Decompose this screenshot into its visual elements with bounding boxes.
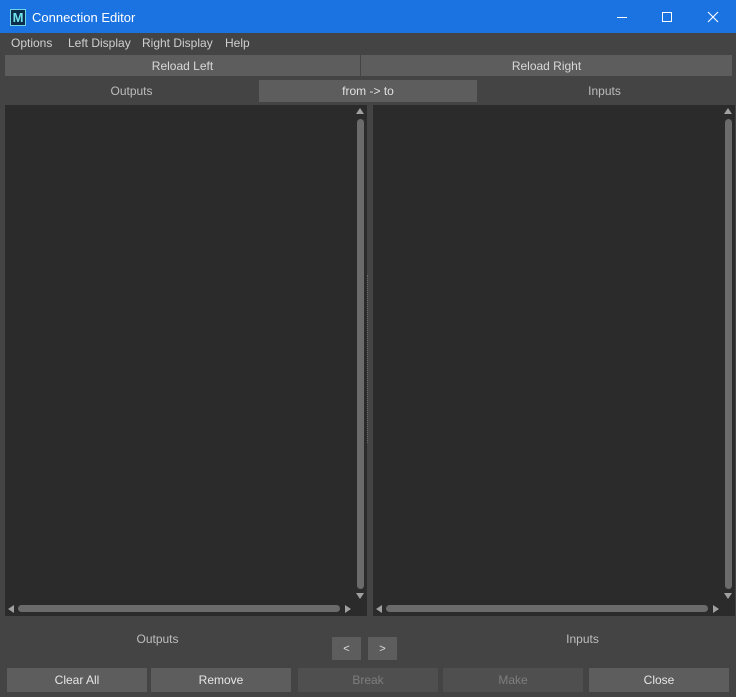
scroll-right-arrow-icon[interactable] [713,605,719,613]
maximize-button[interactable] [644,1,690,33]
menu-help[interactable]: Help [225,36,250,50]
inputs-header: Inputs [588,84,621,98]
maximize-icon [662,12,672,22]
scroll-right-arrow-icon[interactable] [345,605,351,613]
reload-left-button[interactable]: Reload Left [5,55,360,76]
scroll-down-arrow-icon[interactable] [724,593,732,599]
previous-button[interactable]: < [332,637,361,660]
title-bar: M Connection Editor [0,0,736,33]
scroll-thumb[interactable] [386,605,708,612]
direction-toggle-button[interactable]: from -> to [259,80,477,102]
next-button[interactable]: > [368,637,397,660]
inputs-vertical-scrollbar[interactable] [722,105,735,602]
outputs-list-panel [5,105,367,616]
scroll-thumb[interactable] [357,119,364,589]
maya-app-icon: M [10,9,26,26]
minimize-icon [617,17,627,18]
break-button[interactable]: Break [298,668,438,692]
scroll-up-arrow-icon[interactable] [356,108,364,114]
close-window-button[interactable] [690,1,736,33]
remove-button[interactable]: Remove [151,668,291,692]
inputs-list-panel [373,105,735,616]
outputs-list[interactable] [5,105,354,602]
scroll-down-arrow-icon[interactable] [356,593,364,599]
scroll-left-arrow-icon[interactable] [376,605,382,613]
scroll-up-arrow-icon[interactable] [724,108,732,114]
menu-left-display[interactable]: Left Display [68,36,131,50]
scroll-thumb[interactable] [18,605,340,612]
outputs-header: Outputs [110,84,153,98]
pane-splitter-handle[interactable] [367,275,370,443]
menu-bar: Options Left Display Right Display Help [0,33,736,53]
minimize-button[interactable] [599,1,645,33]
close-icon [707,11,719,23]
scroll-corner [722,602,735,616]
menu-right-display[interactable]: Right Display [142,36,213,50]
make-button[interactable]: Make [443,668,583,692]
close-button[interactable]: Close [589,668,729,692]
clear-all-button[interactable]: Clear All [7,668,147,692]
outputs-vertical-scrollbar[interactable] [354,105,367,602]
scroll-corner [354,602,367,616]
menu-options[interactable]: Options [11,36,52,50]
scroll-left-arrow-icon[interactable] [8,605,14,613]
outputs-footer-label: Outputs [136,632,179,646]
outputs-horizontal-scrollbar[interactable] [5,602,354,616]
inputs-list[interactable] [373,105,722,602]
reload-right-button[interactable]: Reload Right [361,55,732,76]
scroll-thumb[interactable] [725,119,732,589]
inputs-footer-label: Inputs [566,632,599,646]
window-title: Connection Editor [32,10,136,25]
inputs-horizontal-scrollbar[interactable] [373,602,722,616]
